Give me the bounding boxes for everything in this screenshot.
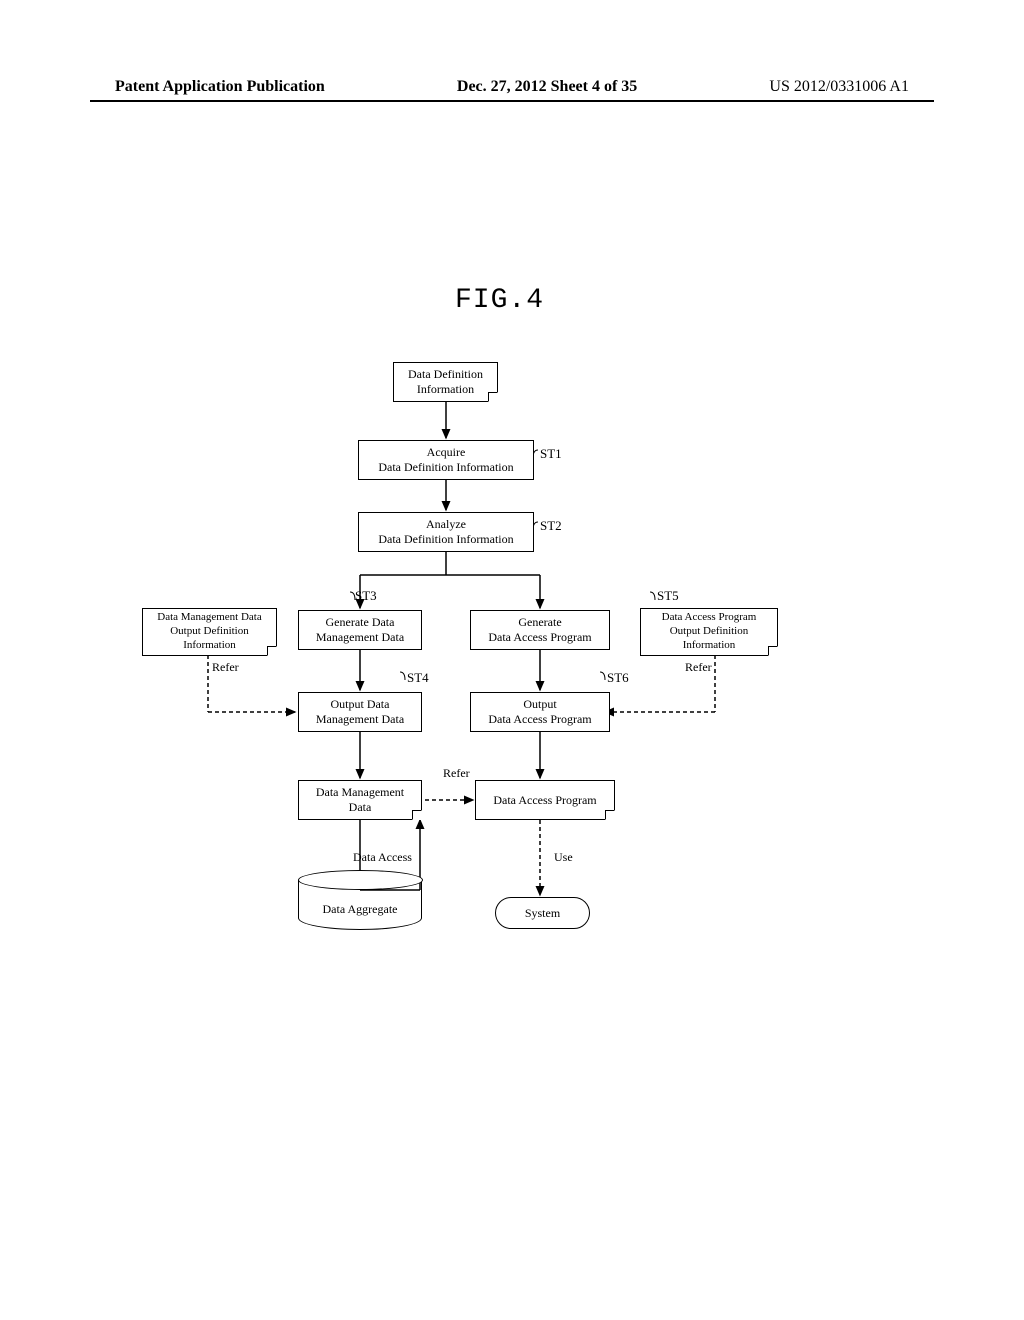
page-header: Patent Application Publication Dec. 27, …	[0, 78, 1024, 96]
ref-st6: ST6	[607, 670, 629, 686]
node-label: Generate DataManagement Data	[316, 615, 404, 645]
node-out-mgmt: Output DataManagement Data	[298, 692, 422, 732]
node-out-access: OutputData Access Program	[470, 692, 610, 732]
node-label: Data Management DataOutput DefinitionInf…	[157, 611, 261, 652]
ref-st3: ST3	[355, 588, 377, 604]
node-data-definition-info: Data DefinitionInformation	[393, 362, 498, 402]
label-use: Use	[554, 850, 573, 865]
doc-fold-icon	[412, 810, 422, 820]
header-mid: Dec. 27, 2012 Sheet 4 of 35	[457, 78, 637, 96]
label-refer-right: Refer	[685, 660, 712, 675]
doc-fold-icon	[605, 810, 615, 820]
header-left: Patent Application Publication	[115, 78, 325, 96]
node-mgmt-out-def: Data Management DataOutput DefinitionInf…	[142, 608, 277, 656]
label-data-access: Data Access	[353, 850, 412, 865]
ref-st1: ST1	[540, 446, 562, 462]
node-label: System	[525, 906, 560, 921]
cylinder-top-icon	[298, 870, 423, 890]
node-mgmt-data: Data ManagementData	[298, 780, 422, 820]
node-analyze: AnalyzeData Definition Information	[358, 512, 534, 552]
node-label: Output DataManagement Data	[316, 697, 404, 727]
node-access-out-def: Data Access ProgramOutput DefinitionInfo…	[640, 608, 778, 656]
header-right: US 2012/0331006 A1	[769, 78, 909, 96]
node-gen-mgmt: Generate DataManagement Data	[298, 610, 422, 650]
flow-diagram: Data DefinitionInformation AcquireData D…	[160, 360, 860, 980]
node-gen-access: GenerateData Access Program	[470, 610, 610, 650]
label-refer-mid: Refer	[443, 766, 470, 781]
node-label: GenerateData Access Program	[488, 615, 591, 645]
node-label: Data Access ProgramOutput DefinitionInfo…	[662, 611, 757, 652]
node-label: Data ManagementData	[316, 785, 404, 815]
node-label: Data Access Program	[493, 793, 596, 808]
label-refer-left: Refer	[212, 660, 239, 675]
ref-st5: ST5	[657, 588, 679, 604]
node-label: AnalyzeData Definition Information	[378, 517, 513, 547]
node-acquire: AcquireData Definition Information	[358, 440, 534, 480]
node-label: AcquireData Definition Information	[378, 445, 513, 475]
node-label: Data Aggregate	[299, 902, 421, 917]
node-label: OutputData Access Program	[488, 697, 591, 727]
figure-title: FIG.4	[455, 285, 544, 316]
node-system: System	[495, 897, 590, 929]
doc-fold-icon	[488, 392, 498, 402]
node-access-prog: Data Access Program	[475, 780, 615, 820]
ref-st4: ST4	[407, 670, 429, 686]
ref-st2: ST2	[540, 518, 562, 534]
doc-fold-icon	[267, 646, 277, 656]
doc-fold-icon	[768, 646, 778, 656]
header-rule	[90, 100, 934, 102]
node-aggregate: Data Aggregate	[298, 880, 422, 930]
node-label: Data DefinitionInformation	[408, 367, 483, 397]
